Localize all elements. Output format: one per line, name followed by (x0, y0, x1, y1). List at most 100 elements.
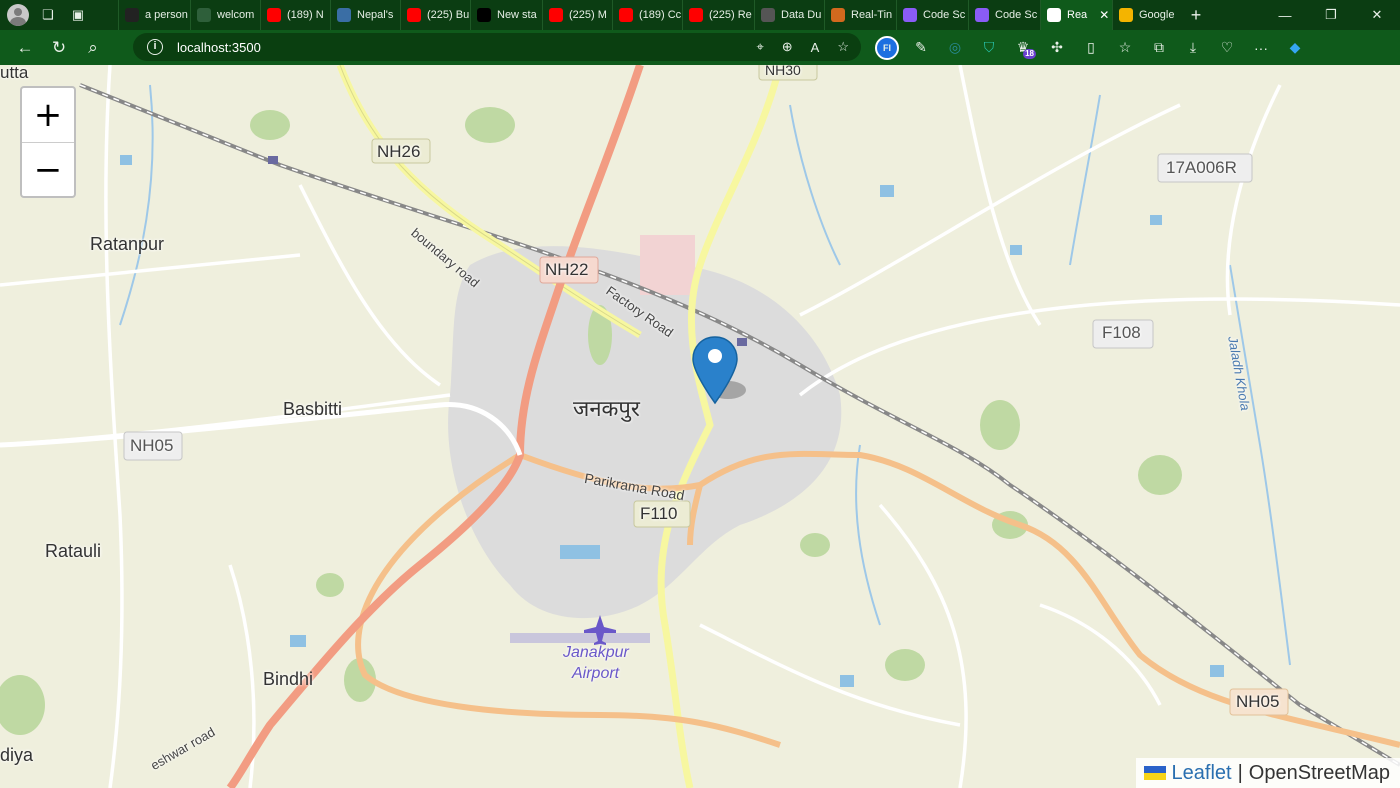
vite-icon (975, 8, 989, 22)
tab-title: welcom (217, 9, 255, 21)
road-shield-nh05-right: NH05 (1236, 692, 1280, 711)
tab-title: (189) Cc (639, 9, 682, 21)
browser-tab[interactable]: Code Sc (896, 0, 968, 30)
extension-ring-icon[interactable]: ◎ (938, 30, 972, 65)
browser-tab[interactable]: Code Sc (968, 0, 1040, 30)
refresh-icon[interactable]: ↻ (42, 31, 76, 65)
osm-link[interactable]: OpenStreetMap (1249, 762, 1390, 785)
site-info-icon[interactable]: i (147, 39, 163, 55)
browser-tab[interactable]: Rea ✕ (1040, 0, 1112, 30)
gear-icon (761, 8, 775, 22)
browser-tab[interactable]: (189) Cc (612, 0, 682, 30)
youtube-icon (407, 8, 421, 22)
tab-list: a person welcom (189) N Nepal's (225) Bu New … (118, 0, 1178, 30)
restore-icon[interactable]: ❐ (1308, 0, 1354, 30)
leaf-icon (197, 8, 211, 22)
leaflet-link[interactable]: Leaflet (1172, 762, 1232, 785)
address-url[interactable]: localhost:3500 (177, 40, 261, 55)
browser-tab[interactable]: Nepal's (330, 0, 400, 30)
road-shield-nh22: NH22 (545, 260, 589, 279)
tab-title: Rea (1067, 9, 1088, 21)
extension-fi-icon[interactable]: FI (870, 30, 904, 65)
place-label-bindhi: Bindhi (263, 669, 314, 689)
more-menu-icon[interactable]: ··· (1244, 30, 1278, 65)
extension-badge-icon[interactable]: ♛ 18 (1006, 30, 1040, 65)
place-label-basbitti: Basbitti (283, 399, 343, 419)
browser-tab[interactable]: Google (1112, 0, 1178, 30)
search-icon[interactable]: ⌕ (76, 31, 110, 65)
downloads-icon[interactable]: ⤓ (1176, 30, 1210, 65)
favorite-star-icon[interactable]: ☆ (837, 39, 849, 55)
ukraine-flag-icon (1143, 766, 1166, 780)
map-attribution: Leaflet | OpenStreetMap (1135, 758, 1400, 788)
place-label-ratanpur: Ratanpur (90, 234, 165, 254)
minimize-icon[interactable]: — (1262, 0, 1308, 30)
browser-tab[interactable]: (225) Re (682, 0, 754, 30)
browser-tab[interactable]: (225) M (542, 0, 612, 30)
medium-icon (477, 8, 491, 22)
workspaces-icon[interactable]: ❏ (36, 3, 60, 27)
sun-icon (831, 8, 845, 22)
address-bar[interactable]: i localhost:3500 ⌖ ⊕ A ☆ (133, 33, 861, 61)
location-icon[interactable]: ⌖ (756, 39, 763, 55)
youtube-icon (619, 8, 633, 22)
browser-tab[interactable]: (225) Bu (400, 0, 470, 30)
tab-title: a person (145, 9, 188, 21)
browser-tab[interactable]: a person (118, 0, 190, 30)
tab-strip: ❏ ▣ a person welcom (189) N Nepal's (225) Bu… (0, 0, 1400, 30)
zoom-control: + − (20, 86, 76, 198)
tab-title: New sta (497, 9, 537, 21)
globe-icon (337, 8, 351, 22)
tab-title: Code Sc (923, 9, 966, 21)
road-shield-nh05-left: NH05 (130, 436, 174, 455)
road-shield-nh30: NH30 (765, 65, 801, 78)
tab-title: Nepal's (357, 9, 394, 21)
tab-title: Real-Tin (851, 9, 893, 21)
place-label-utta: utta (0, 65, 29, 82)
favorites-icon[interactable]: ☆ (1108, 30, 1142, 65)
vite-icon (903, 8, 917, 22)
attribution-separator: | (1237, 761, 1243, 784)
extensions-icon[interactable]: ✣ (1040, 30, 1074, 65)
airport-label-name: Janakpur (563, 644, 629, 661)
road-shield-nh26: NH26 (377, 142, 421, 161)
close-window-icon[interactable]: ✕ (1354, 0, 1400, 30)
tab-title: Google (1139, 9, 1175, 21)
tab-title: (225) Bu (427, 9, 470, 21)
zoom-icon[interactable]: ⊕ (782, 39, 793, 55)
read-aloud-icon[interactable]: A (811, 40, 820, 55)
youtube-icon (549, 8, 563, 22)
eyedropper-icon[interactable]: ✎ (904, 30, 938, 65)
browser-tab[interactable]: New sta (470, 0, 542, 30)
tab-title: (225) Re (709, 9, 752, 21)
browser-tab[interactable]: (189) N (260, 0, 330, 30)
zoom-in-button[interactable]: + (22, 88, 74, 143)
performance-icon[interactable]: ♡ (1210, 30, 1244, 65)
youtube-icon (267, 8, 281, 22)
browser-toolbar: ← ↻ ⌕ i localhost:3500 ⌖ ⊕ A ☆ FI ✎ ◎ ⛉ … (0, 30, 1400, 65)
split-screen-icon[interactable]: ▯ (1074, 30, 1108, 65)
tab-title: (225) M (569, 9, 607, 21)
browser-tab[interactable]: welcom (190, 0, 260, 30)
vertical-tabs-icon[interactable]: ▣ (66, 3, 90, 27)
dark-page-icon (125, 8, 139, 22)
road-shield-17a006r: 17A006R (1166, 158, 1237, 177)
close-tab-icon[interactable]: ✕ (1099, 8, 1109, 22)
extension-badge: 18 (1023, 49, 1036, 59)
zoom-out-button[interactable]: − (22, 143, 74, 197)
google-keep-icon (1119, 8, 1133, 22)
location-marker[interactable] (690, 335, 750, 405)
place-label-diya: diya (0, 745, 34, 765)
page-icon (1047, 8, 1061, 22)
profile-avatar[interactable] (6, 3, 30, 27)
browser-tab[interactable]: Real-Tin (824, 0, 896, 30)
copilot-icon[interactable]: ◆ (1278, 30, 1312, 65)
shield-icon[interactable]: ⛉ (972, 30, 1006, 65)
collections-icon[interactable]: ⧉ (1142, 30, 1176, 65)
back-icon[interactable]: ← (8, 31, 42, 65)
window-controls: — ❐ ✕ (1262, 0, 1400, 30)
new-tab-icon[interactable]: + (1184, 3, 1208, 27)
browser-tab[interactable]: Data Du (754, 0, 824, 30)
tab-title: Data Du (781, 9, 822, 21)
map-container[interactable]: utta NH30 NH26 NH22 17A006R Ratanpur F108 Basbi… (0, 65, 1400, 788)
